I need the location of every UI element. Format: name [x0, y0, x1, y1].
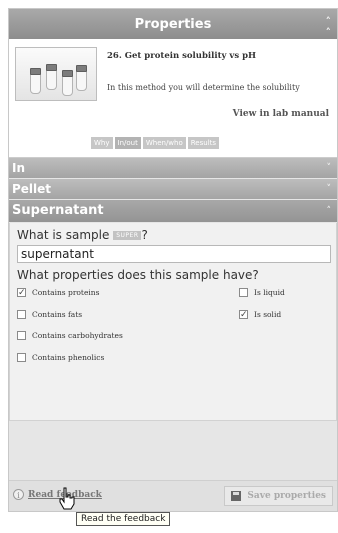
checkbox[interactable] — [239, 288, 248, 297]
info-icon: i — [13, 489, 24, 500]
option-is-solid[interactable]: ✓ Is solid — [239, 310, 282, 320]
section-in-label: In — [12, 161, 26, 175]
option-label: Is liquid — [254, 288, 285, 297]
sample-question-suffix: ? — [141, 228, 148, 242]
section-pellet-header[interactable]: Pellet ˅ — [9, 179, 337, 200]
properties-panel: Properties ˄ ˄ 26. Get protein solubility… — [8, 8, 338, 512]
feedback-tooltip: Read the feedback — [76, 512, 171, 526]
method-card: 26. Get protein solubility vs pH In this… — [9, 39, 337, 158]
section-supernatant-label: Supernatant — [12, 203, 104, 218]
double-chevron-up-icon[interactable]: ˄ ˄ — [326, 16, 332, 38]
sample-badge: SUPER — [113, 231, 142, 240]
section-in-header[interactable]: In ˅ — [9, 158, 337, 179]
properties-question: What properties does this sample have? — [17, 268, 259, 282]
sample-question-text: What is sample — [17, 228, 110, 242]
method-title: 26. Get protein solubility vs pH — [107, 51, 257, 61]
sample-name-input[interactable] — [17, 245, 331, 263]
checkbox-checked[interactable]: ✓ — [17, 288, 26, 298]
checkbox[interactable] — [17, 310, 26, 319]
checkbox[interactable] — [17, 353, 26, 362]
option-label: Contains phenolics — [32, 353, 105, 362]
option-label: Contains fats — [32, 310, 83, 319]
tab-results[interactable]: Results — [187, 137, 220, 149]
option-label: Contains proteins — [32, 288, 100, 297]
option-contains-fats[interactable]: Contains fats — [17, 310, 82, 319]
section-pellet-label: Pellet — [12, 182, 52, 196]
save-properties-label: Save properties — [247, 491, 326, 501]
disk-icon — [231, 491, 242, 501]
tab-why[interactable]: Why — [91, 137, 113, 149]
double-chevron-up-icon: ˄ — [326, 206, 332, 216]
option-label: Is solid — [254, 310, 282, 319]
hand-pointer-icon — [59, 487, 75, 510]
option-contains-phenolics[interactable]: Contains phenolics — [17, 353, 104, 362]
double-chevron-down-icon: ˅ — [326, 163, 332, 173]
double-chevron-down-icon: ˅ — [326, 184, 332, 194]
section-supernatant-header[interactable]: Supernatant ˄ — [9, 200, 337, 223]
properties-options: ✓ Contains proteins Contains fats Contai… — [17, 285, 329, 385]
save-properties-button[interactable]: Save properties — [224, 486, 333, 506]
panel-title: Properties — [134, 16, 212, 32]
checkbox-checked[interactable]: ✓ — [239, 310, 248, 320]
lab-tubes-image — [15, 47, 97, 101]
option-is-liquid[interactable]: Is liquid — [239, 288, 285, 297]
option-label: Contains carbohydrates — [32, 331, 123, 340]
sample-question: What is sample SUPER? — [17, 228, 329, 242]
supernatant-content: What is sample SUPER? What properties do… — [9, 223, 337, 421]
option-contains-proteins[interactable]: ✓ Contains proteins — [17, 288, 100, 298]
panel-header: Properties ˄ ˄ — [9, 9, 337, 39]
option-contains-carbohydrates[interactable]: Contains carbohydrates — [17, 331, 123, 340]
checkbox[interactable] — [17, 331, 26, 340]
method-description: In this method you will determine the so… — [107, 83, 300, 92]
method-tabs: Why In/out When/who Results — [91, 137, 220, 149]
tab-when-who[interactable]: When/who — [142, 137, 186, 149]
view-lab-manual-link[interactable]: View in lab manual — [233, 109, 329, 119]
tab-in-out[interactable]: In/out — [114, 137, 141, 149]
